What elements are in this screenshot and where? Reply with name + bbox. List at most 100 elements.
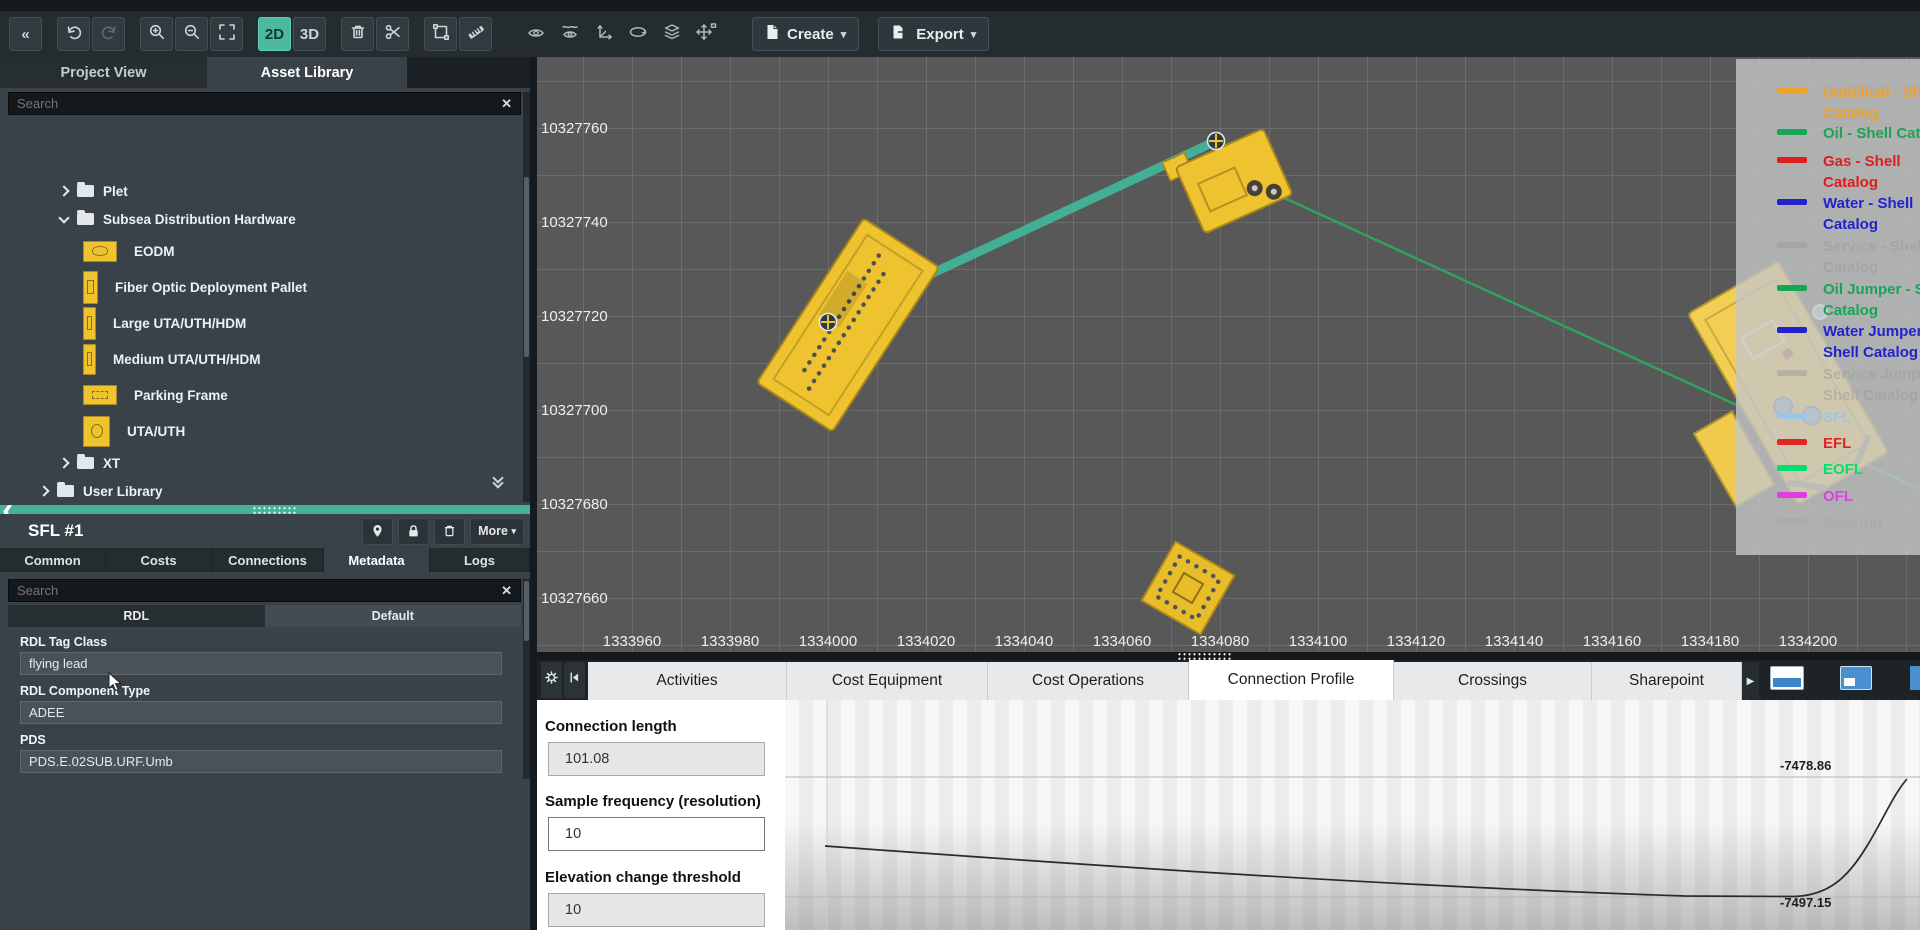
tree-label: User Library	[83, 484, 163, 499]
tab-costs[interactable]: Costs	[106, 548, 212, 572]
tab-cost-equipment[interactable]: Cost Equipment	[787, 662, 988, 700]
tab-scroll-right-button[interactable]: ▶	[1742, 662, 1759, 700]
subtab-default[interactable]: Default	[265, 605, 522, 627]
legend-label: EFL	[1823, 433, 1851, 454]
field-label: Elevation change threshold	[545, 869, 741, 886]
asset-search-input[interactable]	[17, 96, 501, 111]
properties-scrollbar-thumb[interactable]	[524, 581, 529, 641]
collapse-bottom-panel-button[interactable]	[564, 662, 585, 698]
tree-asset-uta-uth[interactable]: UTA/UTH	[0, 413, 522, 449]
tab-crossings[interactable]: Crossings	[1394, 662, 1592, 700]
mode-2d-button[interactable]: 2D	[258, 17, 291, 51]
cut-button[interactable]	[376, 17, 409, 51]
rdl-component-type-field[interactable]	[20, 701, 502, 724]
legend-entry[interactable]: EOFL	[1736, 459, 1863, 480]
delete-button[interactable]	[341, 17, 374, 51]
tree-asset-medium-uta[interactable]: Medium UTA/UTH/HDM	[0, 341, 522, 377]
subsea-design-app: { "toolbar": { "collapse": "\u00AB", "mo…	[0, 0, 1920, 930]
legend-entry[interactable]: Oil Jumper - SCatalog	[1736, 279, 1920, 321]
equipment-manifold-left[interactable]	[757, 218, 939, 431]
eye-wave-icon	[560, 22, 580, 47]
legend-entry[interactable]: Mooring	[1736, 512, 1882, 533]
tree-folder-subsea-distribution-hardware[interactable]: Subsea Distribution Hardware	[0, 205, 522, 233]
connection-anchor-icon[interactable]	[820, 314, 837, 331]
create-button[interactable]: Create ▾	[752, 17, 859, 51]
equipment-pallet-bottom[interactable]	[1142, 542, 1235, 635]
tree-folder-xt[interactable]: XT	[0, 449, 522, 477]
tree-scrollbar-thumb[interactable]	[524, 177, 529, 357]
locate-button[interactable]	[362, 518, 393, 545]
tree-asset-fiber-optic-deployment-pallet[interactable]: Fiber Optic Deployment Pallet	[0, 269, 522, 305]
legend-entry[interactable]: Gas - ShellCatalog	[1736, 151, 1901, 193]
rdl-tag-class-field[interactable]	[20, 652, 502, 675]
zoom-fit-icon	[218, 23, 236, 45]
more-button[interactable]: More ▾	[470, 518, 524, 545]
seabed-visibility-toggle[interactable]	[553, 17, 587, 51]
clear-search-icon[interactable]: ✕	[501, 96, 512, 112]
tree-asset-large-uta[interactable]: Large UTA/UTH/HDM	[0, 305, 522, 341]
tab-connections[interactable]: Connections	[212, 548, 324, 572]
tab-activities[interactable]: Activities	[588, 662, 787, 700]
legend-entry[interactable]: Service JumpShell Catalog	[1736, 364, 1920, 406]
legend-entry[interactable]: Service - ShelCatalog	[1736, 236, 1920, 278]
connection-length-field[interactable]	[548, 742, 765, 776]
legend-entry[interactable]: Water - ShellCatalog	[1736, 193, 1913, 235]
layout-split-view-icon[interactable]	[1770, 666, 1804, 690]
pds-field[interactable]	[20, 750, 502, 773]
tree-asset-eodm[interactable]: EODM	[0, 233, 522, 269]
tree-label: Parking Frame	[134, 388, 228, 403]
move-transform-tool[interactable]	[689, 17, 723, 51]
orbit-tool[interactable]	[621, 17, 655, 51]
measure-button[interactable]	[459, 17, 492, 51]
tab-project-view[interactable]: Project View	[0, 57, 207, 88]
lock-button[interactable]	[398, 518, 429, 545]
legend-entry[interactable]: Oil - Shell Cata	[1736, 123, 1920, 144]
tab-logs[interactable]: Logs	[430, 548, 530, 572]
legend-entry[interactable]: Water JumperShell Catalog	[1736, 321, 1920, 363]
layout-icon-partial[interactable]	[1910, 666, 1920, 690]
tab-common[interactable]: Common	[0, 548, 106, 572]
tree-label: Medium UTA/UTH/HDM	[113, 352, 261, 367]
clear-search-icon[interactable]: ✕	[501, 583, 512, 599]
bottom-panel-splitter[interactable]	[537, 652, 1920, 660]
equipment-uta-top[interactable]	[1162, 119, 1292, 237]
zoom-in-button[interactable]	[140, 17, 173, 51]
tab-asset-library[interactable]: Asset Library	[207, 57, 407, 88]
subtab-rdl[interactable]: RDL	[8, 605, 265, 627]
collapse-panel-button[interactable]: «	[9, 17, 42, 51]
selected-object-title: SFL #1	[28, 521, 83, 541]
tab-cost-operations[interactable]: Cost Operations	[988, 662, 1189, 700]
zoom-out-button[interactable]	[175, 17, 208, 51]
zoom-fit-button[interactable]	[210, 17, 243, 51]
metadata-search-input[interactable]	[17, 583, 501, 598]
undo-button[interactable]	[57, 17, 90, 51]
axes-toggle[interactable]	[587, 17, 621, 51]
export-button[interactable]: Export ▾	[878, 17, 989, 51]
tree-folder-plet[interactable]: Plet	[0, 177, 522, 205]
select-region-button[interactable]	[424, 17, 457, 51]
tree-scroll-more-icon[interactable]	[494, 477, 502, 487]
tree-asset-parking-frame[interactable]: Parking Frame	[0, 377, 522, 413]
visibility-toggle[interactable]	[519, 17, 553, 51]
delete-object-button[interactable]	[434, 518, 465, 545]
x-axis-label: 1334020	[886, 633, 966, 650]
redo-button[interactable]	[92, 17, 125, 51]
drag-handle-icon	[1177, 652, 1233, 660]
layers-tool[interactable]	[655, 17, 689, 51]
field-layout-canvas[interactable]: 10327760 10327740 10327720 10327700 1032…	[537, 57, 1920, 652]
connection-anchor-icon[interactable]	[1208, 133, 1225, 150]
mode-3d-button[interactable]: 3D	[293, 17, 326, 51]
panel-splitter[interactable]	[0, 505, 530, 514]
legend-entry[interactable]: OFL	[1736, 486, 1853, 507]
bottom-settings-button[interactable]	[541, 662, 562, 698]
layout-window-icon[interactable]	[1840, 666, 1872, 690]
tab-connection-profile[interactable]: Connection Profile	[1189, 660, 1394, 700]
tab-sharepoint[interactable]: Sharepoint	[1592, 662, 1742, 700]
sample-frequency-field[interactable]	[548, 817, 765, 851]
legend-entry-sfl[interactable]: SFL	[1736, 407, 1851, 428]
tree-folder-user-library[interactable]: User Library	[0, 477, 522, 505]
legend-entry[interactable]: Umbilical - ShCatalog	[1736, 82, 1920, 124]
legend-entry[interactable]: EFL	[1736, 433, 1851, 454]
elevation-threshold-field[interactable]	[548, 893, 765, 927]
tab-metadata[interactable]: Metadata	[324, 548, 430, 572]
